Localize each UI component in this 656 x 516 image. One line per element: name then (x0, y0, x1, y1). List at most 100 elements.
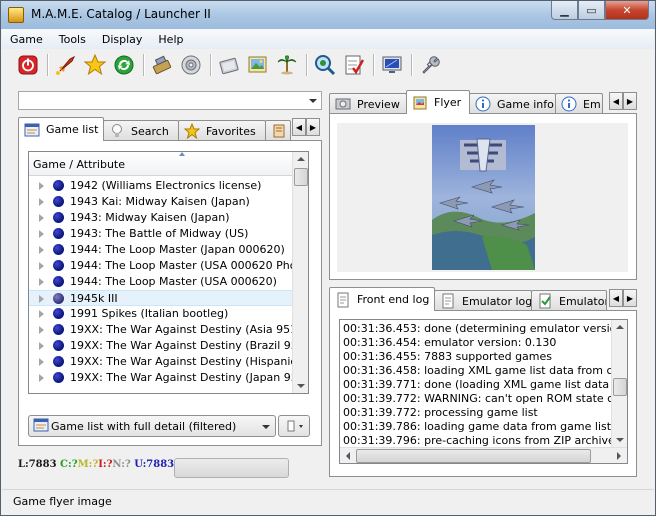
toolbar-separator (411, 54, 412, 76)
table-row[interactable]: 19XX: The War Against Destiny (Asia 9512… (29, 322, 293, 338)
tab-front-end-log[interactable]: Front end log (329, 287, 435, 311)
expand-arrow-icon[interactable] (39, 374, 44, 382)
tab-preview[interactable]: Preview (329, 93, 407, 114)
check-roms-button[interactable] (150, 53, 174, 77)
tab-favorites[interactable]: Favorites (178, 120, 266, 141)
table-row[interactable]: 1944: The Loop Master (Japan 000620) (29, 242, 293, 258)
tab-scroll-left-button[interactable]: ◀ (609, 289, 623, 307)
scrollbar-thumb[interactable] (356, 449, 591, 463)
main-window: M.A.M.E. Catalog / Launcher II ▁ ▭ ✕ Gam… (0, 0, 656, 516)
tab-label: Favorites (206, 124, 256, 138)
game-search-combo[interactable] (18, 91, 322, 110)
checklist-button[interactable] (342, 53, 366, 77)
log-line: 00:31:39.771: done (loading XML game lis… (343, 378, 627, 391)
table-row[interactable]: 1991 Spikes (Italian bootleg) (29, 306, 293, 322)
analyze-button[interactable] (313, 53, 337, 77)
game-status-icon (53, 260, 64, 271)
chevron-left-icon: ◀ (612, 293, 620, 303)
tab-game-info[interactable]: Game info (469, 93, 556, 114)
log-vertical-scrollbar[interactable] (611, 320, 627, 447)
left-tab-bar: Game list Search Favorites (18, 117, 291, 141)
menu-tools[interactable]: Tools (51, 33, 94, 46)
palm-button[interactable] (275, 53, 299, 77)
tab-emulator-info[interactable]: Em (555, 93, 603, 114)
status-count: N: (112, 459, 125, 470)
expand-arrow-icon[interactable] (39, 198, 44, 206)
tab-scroll-left-button[interactable]: ◀ (292, 118, 306, 136)
column-header-label: Game / Attribute (33, 158, 126, 171)
expand-arrow-icon[interactable] (39, 230, 44, 238)
close-button[interactable]: ✕ (605, 1, 649, 20)
expand-arrow-icon[interactable] (39, 278, 44, 286)
rom-folder-button[interactable] (217, 53, 241, 77)
expand-arrow-icon[interactable] (39, 262, 44, 270)
table-row[interactable]: 1944: The Loop Master (USA 000620) (29, 274, 293, 290)
tab-label: Em (583, 97, 601, 111)
tab-emulator-log[interactable]: Emulator log (434, 290, 532, 311)
log-line: 00:31:39.772: processing game list (343, 406, 538, 419)
status-count: U:7883 (130, 459, 178, 470)
maximize-icon: ▭ (586, 3, 597, 17)
game-list-scrollbar[interactable] (292, 152, 308, 393)
tab-game-list[interactable]: Game list (18, 117, 104, 141)
tab-scroll-right-button[interactable]: ▶ (306, 118, 320, 136)
title-bar[interactable]: M.A.M.E. Catalog / Launcher II ▁ ▭ ✕ (1, 1, 655, 29)
table-row[interactable]: 1943: Midway Kaisen (Japan) (29, 210, 293, 226)
game-list[interactable]: Game / Attribute 1942 (Williams Electron… (28, 151, 309, 394)
expand-arrow-icon[interactable] (39, 246, 44, 254)
check-samples-button[interactable] (179, 53, 203, 77)
log-horizontal-scrollbar[interactable] (340, 447, 627, 463)
scrollbar-thumb[interactable] (294, 168, 308, 186)
log-tab-bar: Front end log Emulator log Emulator (329, 287, 607, 311)
expand-arrow-icon[interactable] (39, 214, 44, 222)
add-favorite-button[interactable] (83, 53, 107, 77)
table-row[interactable]: 1944: The Loop Master (USA 000620 Phoeni… (29, 258, 293, 274)
tab-scroll-left-button[interactable]: ◀ (609, 92, 623, 110)
table-row[interactable]: 1943 Kai: Midway Kaisen (Japan) (29, 194, 293, 210)
log-line: 00:31:36.454: emulator version: 0.130 (343, 336, 557, 349)
maximize-button[interactable]: ▭ (578, 1, 605, 20)
image-checker-button[interactable] (246, 53, 270, 77)
tag-filter-button[interactable] (278, 415, 310, 437)
expand-arrow-icon[interactable] (39, 358, 44, 366)
tab-played[interactable] (265, 120, 291, 141)
minimize-button[interactable]: ▁ (551, 1, 578, 20)
expand-arrow-icon[interactable] (39, 182, 44, 190)
game-status-icon (53, 356, 64, 367)
tab-flyer[interactable]: Flyer (406, 90, 470, 114)
column-header-game-attribute[interactable]: Game / Attribute (29, 152, 293, 176)
reload-button[interactable] (112, 53, 136, 77)
expand-arrow-icon[interactable] (39, 326, 44, 334)
exit-button[interactable] (16, 53, 40, 77)
full-screen-button[interactable] (380, 53, 404, 77)
rocket-icon (56, 55, 76, 75)
tab-emulator[interactable]: Emulator (531, 290, 607, 311)
emulator-icon (537, 293, 553, 309)
flyer-icon (412, 95, 428, 111)
options-button[interactable] (418, 53, 442, 77)
tab-label: Search (131, 124, 169, 138)
app-icon[interactable] (8, 7, 24, 23)
view-mode-select[interactable]: Game list with full detail (filtered) (28, 415, 276, 437)
expand-arrow-icon[interactable] (39, 310, 44, 318)
table-row[interactable]: 19XX: The War Against Destiny (Japan 951… (29, 370, 293, 386)
filter-icon (287, 420, 303, 432)
menu-game[interactable]: Game (2, 33, 51, 46)
table-row[interactable]: 1942 (Williams Electronics license) (29, 178, 293, 194)
tab-scroll-right-button[interactable]: ▶ (623, 92, 637, 110)
launch-button[interactable] (54, 53, 78, 77)
status-count: C: (60, 459, 72, 470)
expand-arrow-icon[interactable] (39, 295, 44, 303)
menu-help[interactable]: Help (150, 33, 191, 46)
menu-display[interactable]: Display (94, 33, 151, 46)
table-row[interactable]: 19XX: The War Against Destiny (Brazil 95… (29, 338, 293, 354)
tab-search[interactable]: Search (103, 120, 179, 141)
front-end-log[interactable]: 00:31:36.453: done (determining emulator… (339, 319, 628, 464)
table-row[interactable]: 19XX: The War Against Destiny (Hispanic … (29, 354, 293, 370)
expand-arrow-icon[interactable] (39, 342, 44, 350)
table-row[interactable]: 1943: The Battle of Midway (US) (29, 226, 293, 242)
table-row[interactable]: 1945k III (29, 290, 293, 306)
tools-icon (152, 55, 172, 75)
scrollbar-thumb[interactable] (613, 378, 627, 396)
tab-scroll-right-button[interactable]: ▶ (623, 289, 637, 307)
